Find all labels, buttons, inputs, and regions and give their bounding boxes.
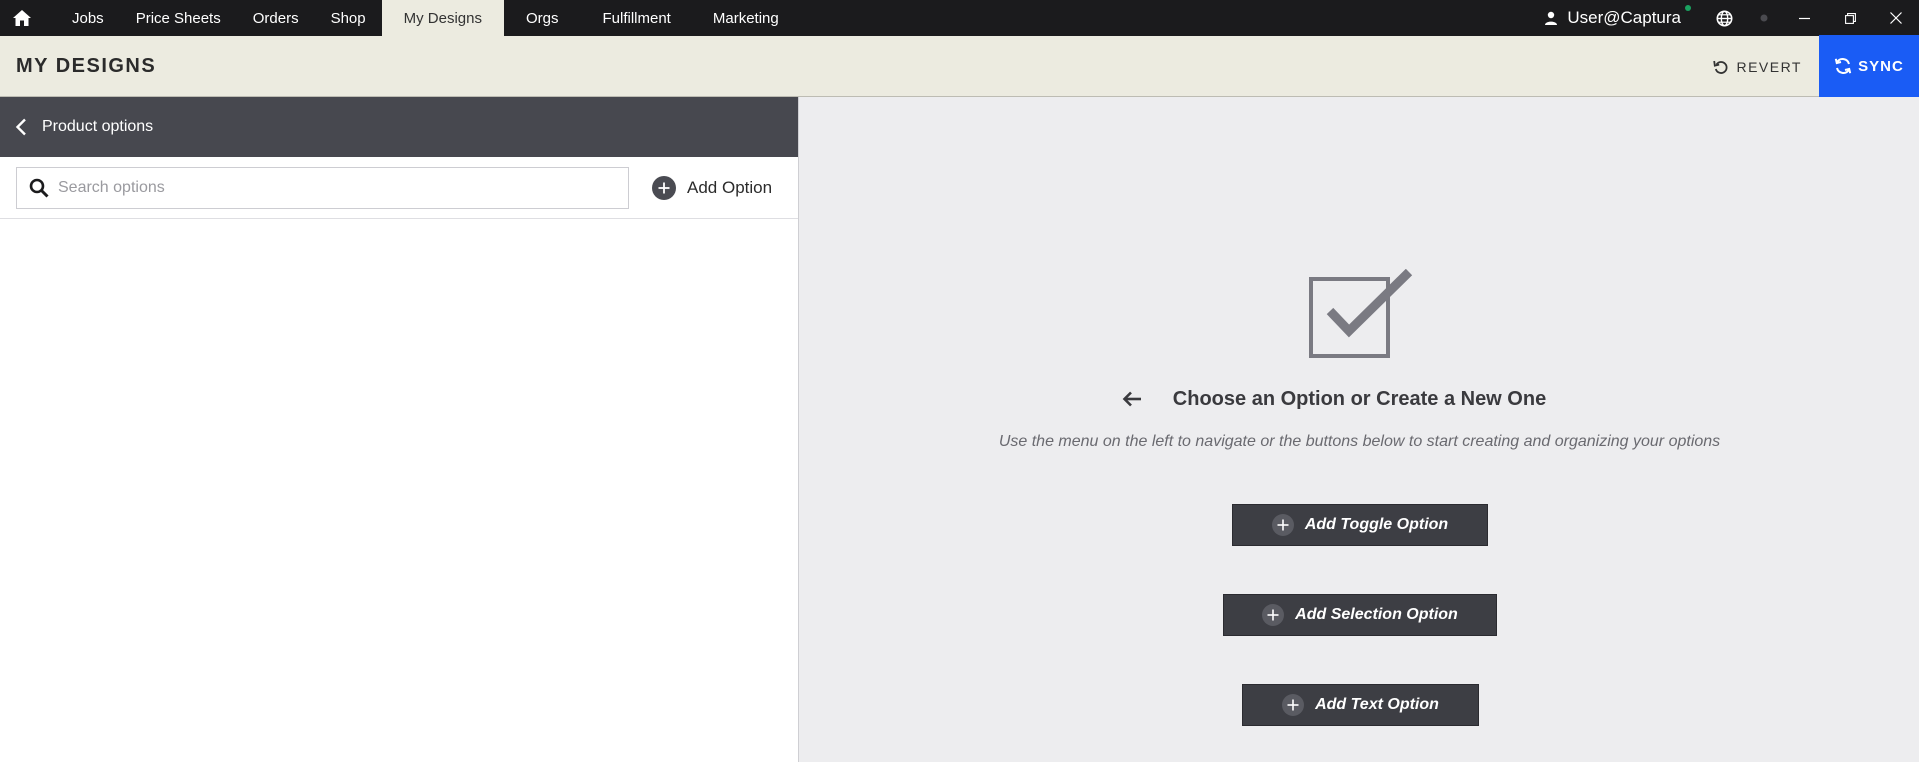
nav-tab-price-sheets[interactable]: Price Sheets (120, 0, 237, 36)
panel-header: Product options (0, 97, 798, 157)
user-account[interactable]: User@Captura (1544, 5, 1691, 28)
sync-button[interactable]: SYNC (1819, 35, 1919, 97)
search-box (16, 167, 629, 209)
globe-icon (1716, 10, 1732, 26)
home-icon (13, 10, 31, 26)
undo-icon (1713, 60, 1728, 74)
nav-tab-fulfillment[interactable]: Fulfillment (581, 0, 693, 36)
add-option-button[interactable]: Add Option (652, 176, 772, 200)
add-text-option-button[interactable]: Add Text Option (1242, 684, 1479, 726)
add-selection-option-label: Add Selection Option (1295, 606, 1458, 623)
plus-circle-icon (1271, 514, 1294, 536)
dot-icon (1760, 14, 1768, 22)
add-text-option-label: Add Text Option (1315, 696, 1439, 713)
online-status-dot (1685, 5, 1691, 11)
add-selection-option-button[interactable]: Add Selection Option (1223, 594, 1497, 636)
nav-tab-marketing[interactable]: Marketing (693, 0, 799, 36)
restore-button[interactable] (1827, 0, 1873, 36)
status-indicator (1747, 0, 1781, 36)
user-icon (1545, 11, 1558, 25)
plus-circle-icon (1282, 694, 1305, 716)
language-button[interactable] (1701, 0, 1747, 36)
home-button[interactable] (0, 0, 44, 36)
plus-circle-icon (1262, 604, 1285, 626)
add-toggle-option-label: Add Toggle Option (1304, 516, 1449, 533)
search-row: Add Option (0, 157, 798, 219)
page-header: MY DESIGNS REVERT SYNC (0, 35, 1919, 97)
chevron-left-icon (15, 118, 26, 136)
nav-tab-orders[interactable]: Orders (237, 0, 315, 36)
search-icon (29, 178, 49, 198)
nav-tab-jobs[interactable]: Jobs (56, 0, 120, 36)
page-title: MY DESIGNS (16, 55, 157, 77)
empty-state-heading: Choose an Option or Create a New One (1172, 388, 1547, 410)
back-button[interactable] (0, 97, 42, 157)
minimize-button[interactable] (1781, 0, 1827, 36)
checkbox-checked-icon (1309, 269, 1413, 358)
plus-circle-icon (652, 176, 676, 200)
revert-button[interactable]: REVERT (1713, 36, 1802, 97)
empty-state-hint: Use the menu on the left to navigate or … (998, 433, 1721, 450)
restore-icon (1844, 12, 1856, 24)
nav-tab-orgs[interactable]: Orgs (504, 0, 581, 36)
top-nav-bar: Jobs Price Sheets Orders Shop My Designs… (0, 0, 1919, 36)
add-option-label: Add Option (687, 178, 773, 197)
revert-label: REVERT (1736, 58, 1802, 75)
user-name: User@Captura (1567, 8, 1681, 27)
close-icon (1890, 12, 1902, 24)
empty-state-panel: Choose an Option or Create a New One Use… (800, 97, 1919, 762)
search-input[interactable] (58, 179, 598, 197)
sync-icon (1834, 58, 1852, 74)
minimize-icon (1798, 17, 1810, 19)
nav-tab-shop[interactable]: Shop (315, 0, 382, 36)
options-sidebar: Product options Add Option (0, 97, 799, 762)
close-button[interactable] (1873, 0, 1919, 36)
add-toggle-option-button[interactable]: Add Toggle Option (1232, 504, 1488, 546)
panel-title: Product options (42, 118, 154, 135)
nav-tab-my-designs[interactable]: My Designs (381, 0, 504, 36)
sync-label: SYNC (1858, 57, 1904, 75)
